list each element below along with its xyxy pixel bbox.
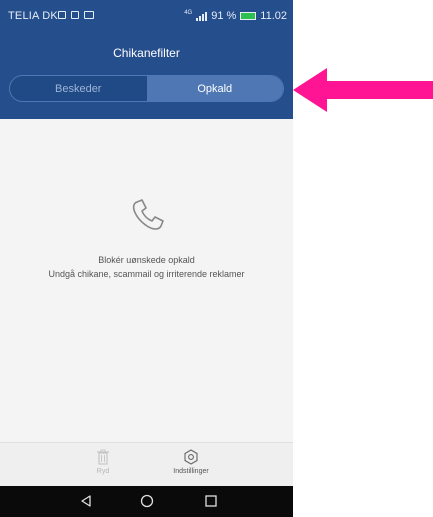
network-label: 4G xyxy=(184,10,193,16)
tab-label: Beskeder xyxy=(55,82,102,95)
tab-label: Opkald xyxy=(197,82,233,95)
carrier-label: TELIA DK xyxy=(8,10,58,22)
tab-opkald[interactable]: Opkald xyxy=(146,76,283,101)
status-indicators: 4G 91 % 11.02 xyxy=(184,10,287,22)
settings-icon xyxy=(184,449,198,465)
empty-state: Blokér uønskede opkald Undgå chikane, sc… xyxy=(0,195,293,279)
battery-icon xyxy=(240,12,257,20)
phone-screen: TELIA DK 4G 91 % 11.02 Chikanefilter Bes… xyxy=(0,0,293,517)
home-icon[interactable] xyxy=(140,494,154,508)
clear-button[interactable]: Ryd xyxy=(63,449,143,475)
empty-title: Blokér uønskede opkald xyxy=(98,255,195,265)
image-icon xyxy=(71,11,79,19)
empty-subtitle: Undgå chikane, scammail og irriterende r… xyxy=(48,269,245,279)
battery-percent: 91 % xyxy=(211,10,237,22)
back-icon[interactable] xyxy=(79,494,93,508)
tab-switcher: Beskeder Opkald xyxy=(9,75,284,102)
clear-label: Ryd xyxy=(96,468,110,475)
bottom-action-bar: Ryd Indstillinger xyxy=(0,442,293,487)
phone-icon xyxy=(132,199,164,230)
clock: 11.02 xyxy=(260,10,287,22)
message-icon xyxy=(84,11,94,19)
settings-button[interactable]: Indstillinger xyxy=(151,449,231,475)
notification-icons xyxy=(58,11,94,19)
settings-label: Indstillinger xyxy=(173,468,209,475)
recents-icon[interactable] xyxy=(204,494,218,508)
sim-icon xyxy=(58,11,66,19)
system-nav-bar xyxy=(0,486,293,517)
trash-icon xyxy=(97,449,109,465)
signal-icon xyxy=(196,11,208,21)
annotation-arrow xyxy=(293,68,433,112)
status-bar: TELIA DK 4G 91 % 11.02 xyxy=(0,0,293,36)
app-header: TELIA DK 4G 91 % 11.02 Chikanefilter Bes… xyxy=(0,0,293,119)
page-title: Chikanefilter xyxy=(113,46,180,60)
tab-beskeder[interactable]: Beskeder xyxy=(10,76,147,101)
